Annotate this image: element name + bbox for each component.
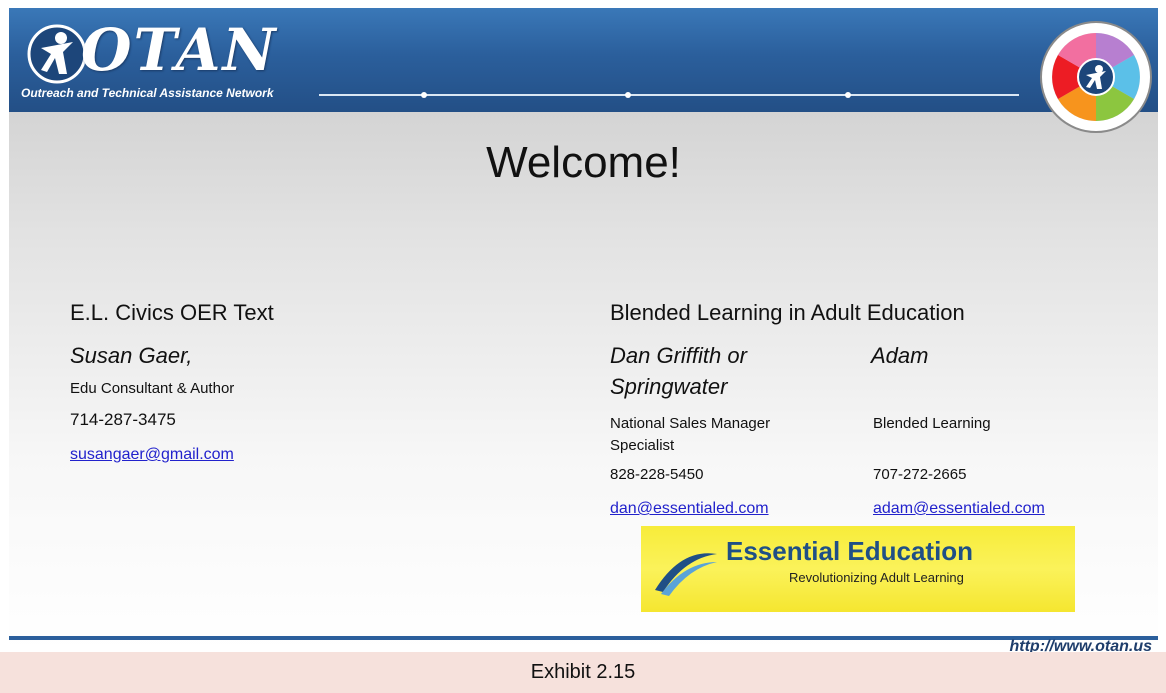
right-email-right-link[interactable]: adam@essentialed.com	[873, 500, 1045, 518]
slide: OTAN Outreach and Technical Assistance N…	[9, 8, 1158, 652]
otan-person-icon	[27, 24, 87, 84]
right-name-right: Adam	[871, 343, 929, 368]
footer-url: http://www.otan.us	[1009, 638, 1153, 652]
right-heading: Blended Learning in Adult Education	[610, 300, 965, 325]
logo-subtitle: Outreach and Technical Assistance Networ…	[21, 86, 274, 100]
sponsor-tagline: Revolutionizing Adult Learning	[789, 570, 964, 585]
sponsor-name: Essential Education	[726, 536, 974, 566]
right-phone-right: 707-272-2665	[873, 466, 967, 483]
left-name: Susan Gaer,	[70, 343, 193, 368]
right-role-left-line2: Specialist	[610, 437, 675, 454]
banner-dot	[845, 92, 851, 98]
sponsor-banner: Essential Education Revolutionizing Adul…	[641, 526, 1075, 612]
left-role: Edu Consultant & Author	[70, 380, 235, 397]
footer-divider	[9, 636, 1158, 640]
banner-dot	[625, 92, 631, 98]
header-banner: OTAN Outreach and Technical Assistance N…	[9, 8, 1158, 112]
right-name-left-line2: Springwater	[610, 374, 728, 399]
left-email-link[interactable]: susangaer@gmail.com	[70, 446, 234, 464]
page-title: Welcome!	[486, 138, 681, 187]
swoosh-icon	[655, 553, 717, 596]
logo-text: OTAN	[81, 16, 278, 84]
exhibit-caption: Exhibit 2.15	[0, 652, 1166, 693]
right-email-left-link[interactable]: dan@essentialed.com	[610, 500, 769, 518]
right-phone-left: 828-228-5450	[610, 466, 704, 483]
banner-dot	[421, 92, 427, 98]
right-name-left-line1: Dan Griffith or	[610, 343, 747, 368]
left-phone: 714-287-3475	[70, 410, 176, 429]
right-role-left-line1: National Sales Manager	[610, 415, 771, 432]
left-heading: E.L. Civics OER Text	[70, 300, 274, 325]
right-role-right: Blended Learning	[873, 415, 991, 432]
otan-circle-logo-icon	[1040, 21, 1152, 133]
